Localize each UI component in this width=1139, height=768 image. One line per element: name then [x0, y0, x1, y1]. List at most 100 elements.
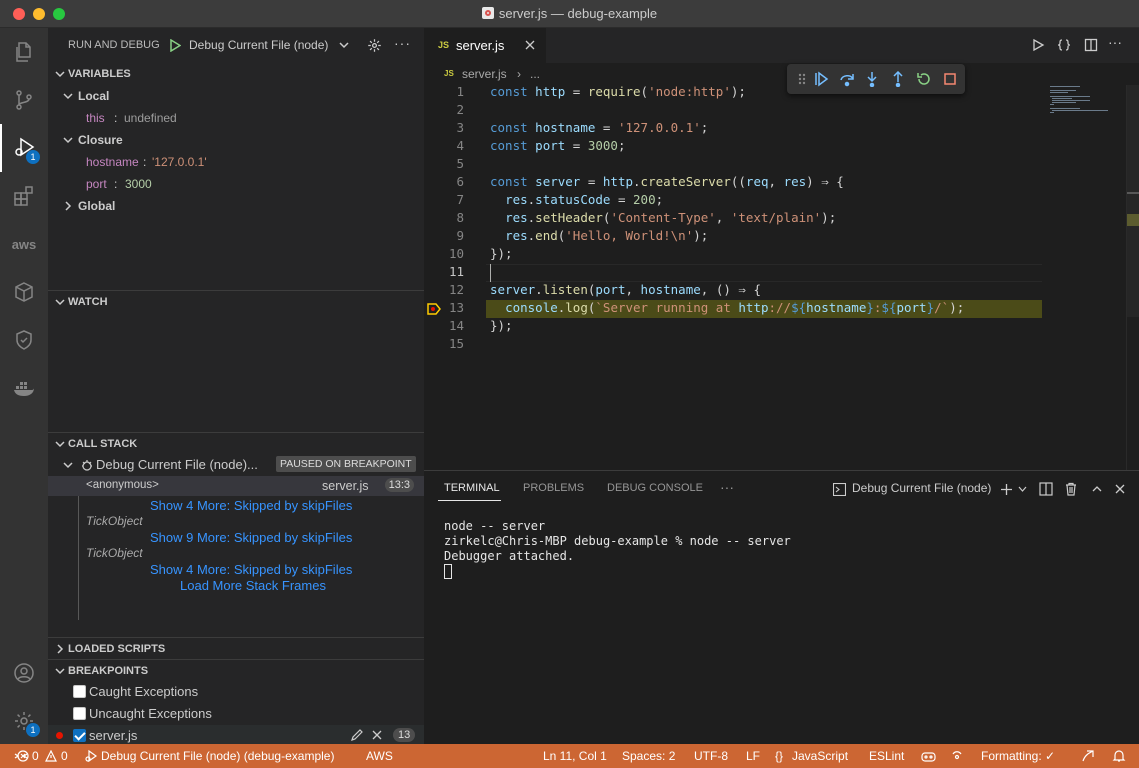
testing-icon [16, 330, 32, 350]
breadcrumb-file[interactable]: server.js [462, 67, 507, 81]
line-number: 14 [448, 318, 464, 333]
breakpoint-caught-exceptions[interactable]: Caught Exceptions [48, 681, 424, 703]
editor-more-icon[interactable]: ··· [1108, 34, 1122, 50]
new-terminal-icon[interactable] [1000, 483, 1013, 496]
start-debugging-icon[interactable] [169, 39, 181, 52]
notifications-bell-icon[interactable] [1112, 749, 1126, 763]
terminal-line: node -- server [444, 519, 546, 533]
source-control-button[interactable] [0, 76, 48, 124]
debug-config-select[interactable]: Debug Current File (node) [189, 38, 328, 52]
minimap[interactable] [1048, 85, 1126, 125]
scope-closure[interactable]: Closure [48, 129, 424, 151]
drag-handle-icon[interactable] [795, 71, 811, 87]
code-line: const server = http.createServer((req, r… [490, 174, 844, 189]
code-editor[interactable]: 1 2 3 4 5 6 7 8 9 10 11 12 13 14 15 cons… [424, 84, 1139, 470]
aws-button[interactable]: aws [0, 220, 48, 268]
loaded-scripts-section-header[interactable]: LOADED SCRIPTS [48, 637, 424, 659]
debug-toolbar [787, 64, 965, 94]
caught-exceptions-checkbox[interactable] [73, 685, 86, 698]
stack-frame-tickobject[interactable]: TickObject [48, 514, 424, 530]
more-actions-icon[interactable]: ··· [394, 35, 411, 51]
terminal-cursor[interactable] [444, 564, 452, 579]
account-button[interactable] [0, 649, 48, 697]
scope-global[interactable]: Global [48, 195, 424, 217]
testing-button[interactable] [0, 316, 48, 364]
step-over-icon[interactable] [839, 71, 855, 87]
stack-frame-tickobject[interactable]: TickObject [48, 546, 424, 562]
remove-breakpoint-icon[interactable] [371, 729, 383, 741]
scope-local[interactable]: Local [48, 85, 424, 107]
docker-button[interactable] [0, 364, 48, 412]
uncaught-exceptions-checkbox[interactable] [73, 707, 86, 720]
run-file-icon[interactable] [1031, 38, 1045, 52]
eslint-status[interactable]: ESLint [869, 749, 904, 763]
stop-icon[interactable] [942, 71, 958, 87]
line-number: 15 [448, 336, 464, 351]
skipped-frames-link[interactable]: Show 4 More: Skipped by skipFiles [48, 562, 424, 578]
encoding[interactable]: UTF-8 [694, 749, 728, 763]
continue-icon[interactable] [813, 71, 829, 87]
close-icon[interactable] [524, 39, 536, 51]
chevron-down-icon [55, 441, 65, 448]
maximize-panel-icon[interactable] [1091, 483, 1103, 495]
line-number: 12 [448, 282, 464, 297]
code-line: const hostname = '127.0.0.1'; [490, 120, 709, 135]
stack-frame-anonymous[interactable]: <anonymous> server.js 13:3 [48, 476, 424, 496]
copilot-icon[interactable] [921, 749, 936, 763]
variable-port[interactable]: port : 3000 [48, 173, 424, 195]
chevron-down-icon[interactable] [338, 38, 350, 52]
line-number: 3 [456, 120, 464, 135]
cube-button[interactable] [0, 268, 48, 316]
tab-terminal[interactable]: TERMINAL [444, 482, 500, 494]
breakpoints-section-header[interactable]: BREAKPOINTS [48, 659, 424, 681]
split-terminal-icon[interactable] [1039, 482, 1053, 496]
breadcrumb-separator: › [517, 67, 521, 81]
skipped-frames-link[interactable]: Show 4 More: Skipped by skipFiles [48, 498, 424, 514]
load-more-frames-link[interactable]: Load More Stack Frames [48, 578, 424, 594]
call-stack-section-header[interactable]: CALL STACK [48, 432, 424, 454]
debug-session[interactable]: Debug Current File (node)... PAUSED ON B… [48, 454, 424, 476]
restart-icon[interactable] [916, 71, 932, 87]
variable-hostname[interactable]: hostname : '127.0.0.1' [48, 151, 424, 173]
terminal-select[interactable]: Debug Current File (node) [852, 481, 991, 495]
breakpoint-uncaught-exceptions[interactable]: Uncaught Exceptions [48, 703, 424, 725]
chevron-down-icon[interactable] [1018, 486, 1027, 493]
manage-button[interactable]: 1 [0, 697, 48, 745]
explorer-button[interactable] [0, 28, 48, 76]
panel-more-icon[interactable]: ··· [720, 479, 734, 495]
debug-session-status[interactable]: Debug Current File (node) (debug-example… [101, 749, 334, 763]
language-braces-icon: {} [775, 749, 784, 763]
tab-problems[interactable]: PROBLEMS [523, 482, 584, 494]
run-debug-button[interactable]: 1 [0, 124, 48, 172]
split-editor-icon[interactable] [1084, 38, 1098, 52]
cube-icon [15, 282, 33, 302]
feedback-icon[interactable] [1081, 749, 1095, 763]
scrollbar-thumb[interactable] [1127, 85, 1139, 317]
cursor-position[interactable]: Ln 11, Col 1 [543, 749, 607, 763]
tab-server-js[interactable]: JS server.js [424, 28, 546, 63]
broadcast-icon[interactable] [950, 749, 964, 763]
variables-section-header[interactable]: VARIABLES [48, 63, 424, 85]
edit-breakpoint-icon[interactable] [350, 728, 364, 742]
tab-debug-console[interactable]: DEBUG CONSOLE [607, 482, 703, 494]
variable-this[interactable]: this : undefined [48, 107, 424, 129]
breakpoint-enabled-checkbox[interactable] [73, 729, 86, 742]
extensions-button[interactable] [0, 172, 48, 220]
breadcrumb-more[interactable]: ... [530, 67, 540, 81]
skipped-frames-link[interactable]: Show 9 More: Skipped by skipFiles [48, 530, 424, 546]
trash-icon[interactable] [1064, 482, 1078, 496]
end-of-line[interactable]: LF [746, 749, 760, 763]
gear-icon[interactable] [367, 38, 382, 53]
language-mode[interactable]: JavaScript [792, 749, 848, 763]
braces-icon[interactable] [1057, 38, 1071, 52]
chevron-right-icon [57, 644, 64, 654]
watch-section-header[interactable]: WATCH [48, 290, 424, 312]
editor-scrollbar[interactable] [1126, 85, 1139, 470]
step-into-icon[interactable] [864, 71, 880, 87]
aws-status[interactable]: AWS [366, 749, 393, 763]
indentation[interactable]: Spaces: 2 [622, 749, 675, 763]
step-out-icon[interactable] [890, 71, 906, 87]
formatting-status[interactable]: Formatting: ✓ [981, 749, 1055, 763]
code-line: const http = require('node:http'); [490, 84, 746, 99]
close-icon[interactable] [1114, 483, 1126, 495]
